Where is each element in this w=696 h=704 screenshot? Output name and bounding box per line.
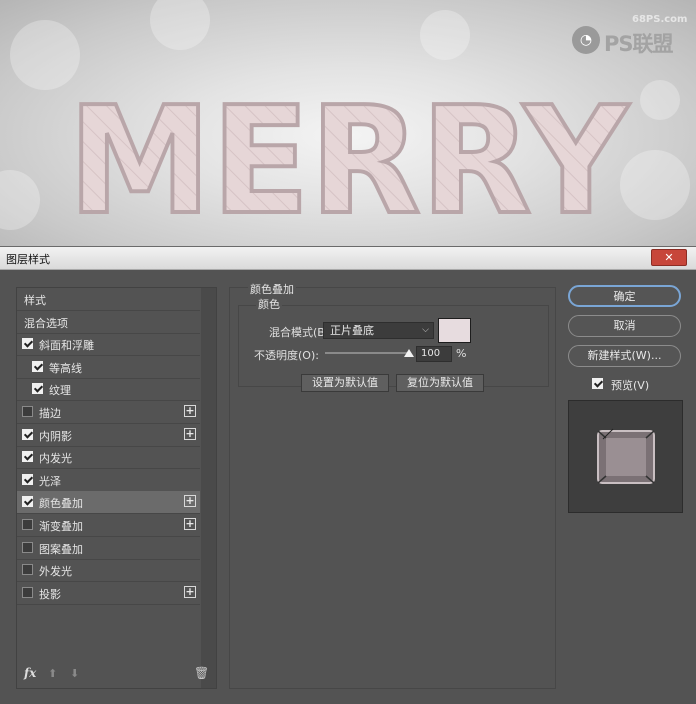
style-checkbox[interactable]: [32, 383, 43, 395]
canvas-artwork: MERRY 68PS.com ◔ PS联盟: [0, 0, 696, 246]
style-preview: [568, 400, 683, 513]
ps-logo-icon: ◔: [572, 26, 600, 54]
color-overlay-group: [238, 305, 549, 387]
style-item-label: 斜面和浮雕: [39, 339, 94, 353]
style-item-10[interactable]: 渐变叠加 +: [17, 514, 200, 537]
style-item-2[interactable]: 斜面和浮雕: [17, 333, 200, 357]
style-item-label: 等高线: [49, 361, 82, 375]
style-item-6[interactable]: 内阴影 +: [17, 424, 200, 447]
dialog-title: 图层样式: [6, 253, 50, 266]
style-item-0[interactable]: 样式: [17, 288, 200, 311]
style-item-label: 内阴影: [39, 429, 72, 443]
dialog-titlebar[interactable]: 图层样式 ✕: [0, 247, 696, 270]
ok-button[interactable]: 确定: [568, 285, 681, 307]
opacity-slider-thumb[interactable]: [404, 349, 414, 357]
style-item-9[interactable]: 颜色叠加 +: [17, 491, 200, 515]
add-effect-icon[interactable]: +: [184, 427, 196, 440]
style-checkbox[interactable]: [22, 519, 33, 530]
style-item-8[interactable]: 光泽: [17, 469, 200, 492]
merry-text: MERRY: [68, 75, 630, 246]
style-list: 样式混合选项斜面和浮雕等高线纹理描边 + 内阴影 + 内发光光泽颜色叠加 + 渐变叠加 + 图案…: [16, 287, 217, 689]
preview-thumbnail-icon: [597, 428, 655, 484]
style-item-1[interactable]: 混合选项: [17, 311, 200, 334]
style-item-7[interactable]: 内发光: [17, 446, 200, 470]
layer-style-dialog: 图层样式 ✕ 样式 混合选项 斜面和浮雕 等高线 纹理 描边 + 内阴影 + 内发光 光泽 颜色叠加 +…: [0, 246, 696, 704]
style-item-label: 投影: [39, 587, 61, 601]
blend-mode-select[interactable]: 正片叠底 ⌵: [323, 322, 434, 339]
style-checkbox[interactable]: [22, 564, 33, 576]
style-item-label: 描边: [39, 407, 61, 420]
style-list-scrollbar[interactable]: [201, 288, 216, 688]
style-item-label: 内发光: [39, 452, 72, 466]
style-item-label: 混合选项: [24, 316, 68, 330]
close-button[interactable]: ✕: [651, 249, 687, 266]
style-checkbox[interactable]: [22, 338, 33, 350]
section-title: 颜色叠加: [248, 281, 296, 297]
set-default-button[interactable]: 设置为默认值: [301, 374, 389, 392]
style-checkbox[interactable]: [22, 541, 33, 553]
opacity-label: 不透明度(O):: [254, 349, 319, 362]
style-item-5[interactable]: 描边 +: [17, 401, 200, 424]
style-checkbox[interactable]: [22, 473, 33, 485]
style-item-4[interactable]: 纹理: [17, 378, 200, 402]
chevron-down-icon: ⌵: [422, 325, 429, 335]
style-checkbox[interactable]: [32, 360, 43, 372]
opacity-unit: %: [456, 347, 467, 360]
group-title: 颜色: [256, 296, 282, 312]
style-item-label: 渐变叠加: [39, 520, 83, 533]
opacity-slider[interactable]: [325, 352, 410, 354]
reset-default-button[interactable]: 复位为默认值: [396, 374, 484, 392]
watermark-brand: PS联盟: [604, 32, 674, 56]
add-effect-icon[interactable]: +: [184, 495, 196, 508]
style-checkbox[interactable]: [22, 406, 33, 417]
style-item-label: 样式: [24, 294, 46, 307]
style-checkbox[interactable]: [22, 451, 33, 463]
style-item-11[interactable]: 图案叠加: [17, 537, 200, 560]
style-item-3[interactable]: 等高线: [17, 356, 200, 379]
style-checkbox[interactable]: [22, 428, 33, 440]
fx-button[interactable]: fx: [24, 666, 36, 680]
watermark: 68PS.com ◔ PS联盟: [572, 14, 688, 64]
preview-checkbox[interactable]: [592, 378, 603, 389]
trash-icon[interactable]: 🗑: [194, 666, 209, 680]
watermark-site: 68PS.com: [632, 14, 688, 25]
style-checkbox[interactable]: [22, 586, 33, 598]
style-list-footer: fx ⬆ ⬇ 🗑: [17, 662, 216, 688]
opacity-input[interactable]: 100: [416, 346, 452, 362]
style-item-label: 外发光: [39, 565, 72, 579]
add-effect-icon[interactable]: +: [184, 585, 196, 598]
style-checkbox[interactable]: [22, 496, 33, 508]
preview-label: 预览(V): [611, 379, 650, 392]
overlay-color-swatch[interactable]: [438, 318, 471, 343]
style-item-label: 颜色叠加: [39, 497, 83, 511]
add-effect-icon[interactable]: +: [184, 518, 196, 530]
style-item-12[interactable]: 外发光: [17, 559, 200, 583]
move-down-icon[interactable]: ⬇: [70, 667, 79, 680]
style-item-label: 纹理: [49, 384, 71, 398]
style-item-label: 光泽: [39, 474, 61, 488]
add-effect-icon[interactable]: +: [184, 405, 196, 417]
style-item-label: 图案叠加: [39, 542, 83, 556]
new-style-button[interactable]: 新建样式(W)...: [568, 345, 681, 367]
color-overlay-panel: 颜色叠加 颜色 混合模式(B): 正片叠底 ⌵ 不透明度(O): 100 % 设…: [229, 281, 556, 689]
cancel-button[interactable]: 取消: [568, 315, 681, 337]
move-up-icon[interactable]: ⬆: [48, 667, 57, 680]
blend-mode-value: 正片叠底: [330, 324, 374, 337]
style-item-13[interactable]: 投影 +: [17, 582, 200, 605]
